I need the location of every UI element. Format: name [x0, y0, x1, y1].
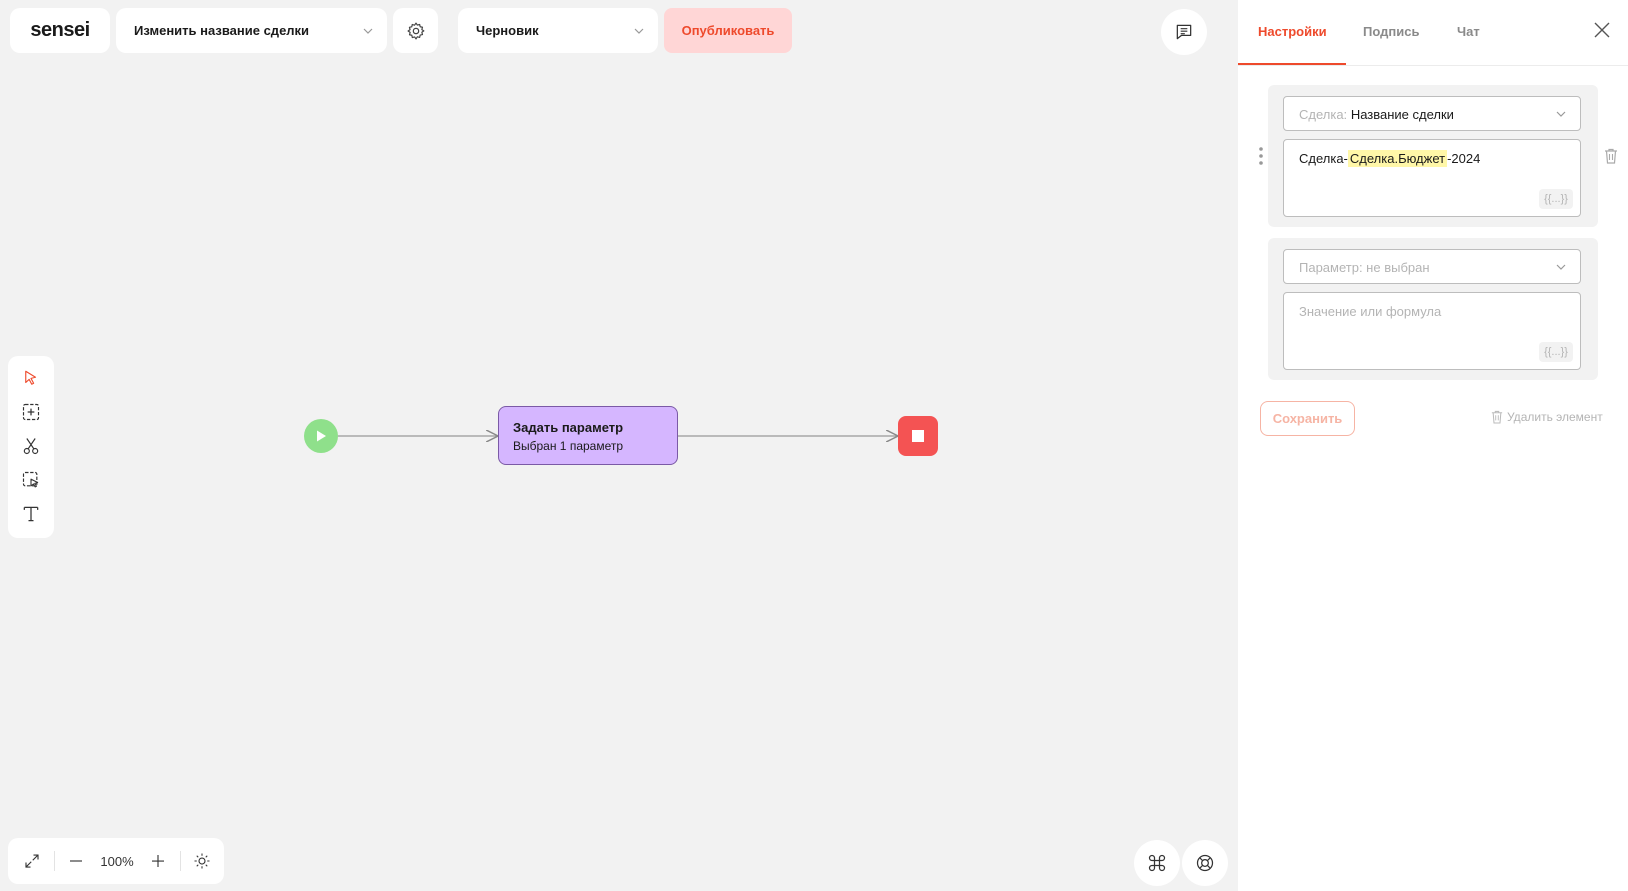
parameter-formula-2[interactable]: Значение или формула {{...}}	[1283, 292, 1581, 370]
zoom-in-button[interactable]	[146, 849, 170, 873]
zoom-out-button[interactable]	[64, 849, 88, 873]
formula-variable-chip[interactable]: Сделка.Бюджет	[1347, 150, 1448, 167]
zoom-level-value: 100%	[100, 853, 134, 869]
end-node[interactable]	[898, 416, 938, 456]
expand-icon	[25, 854, 39, 868]
parameter-formula-2-placeholder: Значение или формула	[1299, 304, 1442, 319]
parameter-group-2: Параметр: не выбран Значение или формула…	[1268, 238, 1598, 380]
panel-tabs: Настройки Подпись Чат	[1238, 0, 1628, 66]
chevron-down-icon	[1556, 111, 1566, 117]
start-node[interactable]	[304, 419, 338, 453]
minus-icon	[70, 860, 82, 862]
close-icon[interactable]	[1593, 21, 1611, 39]
help-button[interactable]	[1182, 840, 1228, 886]
delete-element-button[interactable]: Удалить элемент	[1491, 410, 1603, 424]
task-node-title: Задать параметр	[513, 420, 624, 435]
insert-variable-button[interactable]: {{...}}	[1539, 189, 1573, 209]
parameter-group-1: Сделка: Название сделки Сделка- Сделка.Бю…	[1268, 85, 1598, 227]
zoom-bar: 100%	[8, 838, 224, 884]
parameter-select-1-value: Название сделки	[1350, 107, 1454, 122]
trash-icon	[1491, 410, 1503, 424]
formula-prefix: Сделка-	[1299, 151, 1348, 166]
sun-icon	[194, 853, 210, 869]
command-icon	[1148, 854, 1166, 872]
stop-icon	[912, 430, 924, 442]
tab-chat[interactable]: Чат	[1457, 24, 1480, 39]
parameter-select-2[interactable]: Параметр: не выбран	[1283, 249, 1581, 284]
play-icon	[317, 430, 326, 442]
theme-toggle-button[interactable]	[190, 849, 214, 873]
parameter-select-1-prefix: Сделка:	[1299, 107, 1348, 122]
parameter-formula-1[interactable]: Сделка- Сделка.Бюджет -2024 {{...}}	[1283, 139, 1581, 217]
plus-icon	[152, 855, 164, 867]
zoom-level: 100%	[94, 849, 140, 873]
delete-element-label: Удалить элемент	[1507, 410, 1603, 424]
parameter-formula-1-text: Сделка- Сделка.Бюджет -2024	[1299, 150, 1481, 167]
drag-handle-icon[interactable]	[1258, 146, 1264, 166]
active-tab-indicator	[1238, 63, 1346, 65]
lifebuoy-icon	[1196, 854, 1214, 872]
task-node-subtitle: Выбран 1 параметр	[513, 439, 624, 453]
parameter-select-1-text: Сделка: Название сделки	[1299, 107, 1454, 122]
formula-suffix: -2024	[1447, 151, 1481, 166]
parameter-select-1[interactable]: Сделка: Название сделки	[1283, 96, 1581, 131]
fit-screen-button[interactable]	[20, 849, 44, 873]
tab-settings[interactable]: Настройки	[1258, 24, 1327, 39]
parameter-select-2-placeholder: Параметр: не выбран	[1299, 260, 1430, 275]
save-button[interactable]: Сохранить	[1260, 401, 1355, 436]
shortcuts-button[interactable]	[1134, 840, 1180, 886]
task-node-set-parameter[interactable]: Задать параметр Выбран 1 параметр	[498, 406, 678, 465]
tab-signature[interactable]: Подпись	[1363, 24, 1419, 39]
trash-icon[interactable]	[1604, 148, 1618, 164]
settings-panel: Настройки Подпись Чат Сделка: Название с…	[1238, 0, 1628, 891]
chevron-down-icon	[1556, 264, 1566, 270]
insert-variable-button[interactable]: {{...}}	[1539, 342, 1573, 362]
